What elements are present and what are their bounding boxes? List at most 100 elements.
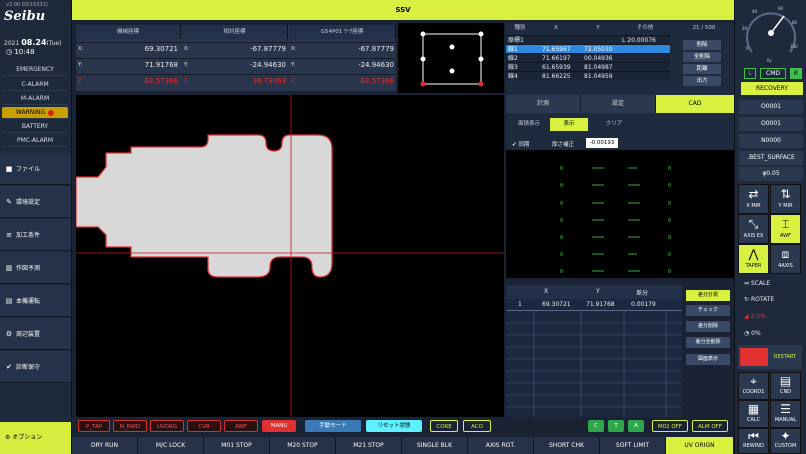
recovery-button[interactable]: RECOVERY (741, 82, 803, 95)
camera-view[interactable] (75, 95, 504, 417)
wire-diameter: φ0.05 (739, 167, 803, 181)
gauge-tick-80: 80 (792, 20, 798, 25)
restart-indicator (740, 348, 768, 366)
status-p-tap[interactable]: P_TAP (78, 420, 110, 432)
m21-stop-button[interactable]: M21 STOP (336, 437, 402, 454)
menu-device[interactable]: ⚙ 周辺装置 (0, 318, 71, 350)
a-button[interactable]: A (628, 420, 644, 432)
alm-off-button[interactable]: ALM OFF (692, 420, 728, 432)
diff-delete-button[interactable]: 差分削除 (686, 321, 730, 332)
chart-icon: ▥ (5, 264, 13, 272)
single-blk-button[interactable]: SINGLE BLK (402, 437, 468, 454)
menu-maintenance[interactable]: ✔ 診断保守 (0, 351, 71, 383)
difference-table: X Y 差分 1 69.30721 71.91768 0.00179 (506, 285, 682, 417)
menu-file[interactable]: ■ ファイル (0, 153, 71, 185)
thickness-input[interactable]: -0.00193 (586, 138, 618, 148)
table-row[interactable]: 線4 81.66225 81.04959 (506, 71, 670, 80)
status-uvorg[interactable]: UVORG (150, 420, 184, 432)
rewind-icon: ⏮ (748, 429, 759, 443)
svg-text:0: 0 (668, 183, 671, 189)
distance-button[interactable]: 距離 (683, 64, 721, 74)
menu-prediction[interactable]: ▥ 作図予測 (0, 252, 71, 284)
menu-option[interactable]: ⚙ オプション (0, 422, 71, 454)
svg-text:====: ==== (628, 269, 640, 275)
taper-button[interactable]: ⋀ TAPER (738, 244, 769, 274)
y-mirror-button[interactable]: ⇅ Y MIR (770, 184, 801, 214)
dry-run-button[interactable]: DRY RUN (72, 437, 138, 454)
coord1-button[interactable]: ⌖ COORD1 (738, 372, 769, 400)
axis-exchange-button[interactable]: ⤡ AXIS EX (738, 214, 769, 244)
aco-button[interactable]: ACO (463, 420, 491, 432)
col-machine: 機械座標 (76, 25, 181, 39)
svg-text:0: 0 (560, 235, 563, 241)
clear-button[interactable]: クリア (592, 118, 636, 131)
alarm-battery: BATTERY (2, 121, 68, 133)
svg-text:====: ==== (592, 252, 604, 258)
display-button[interactable]: 表示 (550, 118, 588, 131)
check-icon: ✔ (6, 363, 12, 371)
menu-machine[interactable]: ▤ 本機運転 (0, 285, 71, 317)
output-button[interactable]: 出力 (683, 76, 721, 86)
awf-button[interactable]: ⌶ AWF (770, 214, 801, 244)
diff-delete-all-button[interactable]: 差分全削除 (686, 337, 730, 348)
x-mirror-icon: ⇄ (748, 187, 759, 201)
c-button[interactable]: C (588, 420, 604, 432)
delete-all-button[interactable]: 全削除 (683, 52, 721, 62)
rewind-button[interactable]: ⏮ REWIND (738, 428, 769, 454)
preview-diagram (420, 31, 484, 87)
col-type: 種別 (514, 25, 526, 31)
manual-button[interactable]: ☰ MANUAL (770, 400, 801, 428)
restart-button[interactable]: RESTART (774, 354, 796, 360)
soft-limit-button[interactable]: SOFT LIMIT (600, 437, 666, 454)
diff-grid (506, 311, 682, 417)
core-button[interactable]: CORE (430, 420, 458, 432)
status-cvr[interactable]: CVR (187, 420, 221, 432)
svg-text:====: ==== (628, 218, 640, 224)
delete-button[interactable]: 削除 (683, 40, 721, 50)
custom-button[interactable]: ✦ CUSTOM (770, 428, 801, 454)
mc-lock-button[interactable]: M/C LOCK (138, 437, 204, 454)
device-icon: ⚙ (5, 330, 13, 338)
table-row[interactable]: 原標1 L 20.00076 (506, 35, 670, 44)
diff-measure-button[interactable]: 差分計測 (686, 290, 730, 301)
tab-measure[interactable]: 計測 (506, 95, 580, 113)
menu-condition[interactable]: ≡ 加工条件 (0, 219, 71, 251)
m20-stop-button[interactable]: M20 STOP (270, 437, 336, 454)
short-chk-button[interactable]: SHORT CHK (534, 437, 600, 454)
tab-cad[interactable]: CAD (656, 95, 734, 113)
status-manu[interactable]: MANU (262, 420, 296, 432)
tab-settings[interactable]: 設定 (581, 95, 655, 113)
diff-col-x: X (544, 288, 549, 295)
status-n-rwd[interactable]: N_RWD (113, 420, 147, 432)
axis-rot-button[interactable]: AXIS ROT. (468, 437, 534, 454)
table-row[interactable]: 線2 71.66197 00.04936 (506, 53, 670, 62)
x-mirror-button[interactable]: ⇄ X MIR (738, 184, 769, 214)
table-row[interactable]: 線3 61.65939 81.04987 (506, 62, 670, 71)
drawing-display-button[interactable]: 図面表示 (686, 354, 730, 365)
m02-off-button[interactable]: M02 OFF (652, 420, 688, 432)
cad-grid: 0 ==== === 0 0 ==== ==== 0 0 ==== ==== 0 0 ==== ===… (560, 166, 671, 275)
t-button[interactable]: T (608, 420, 624, 432)
table-row[interactable]: 1 69.30721 71.91768 0.00179 (506, 299, 682, 311)
m01-stop-button[interactable]: M01 STOP (204, 437, 270, 454)
sync-checkbox[interactable]: ✔ 同期 (512, 140, 529, 148)
table-row-selected[interactable]: 線1 71.65967 72.05010 (506, 44, 670, 53)
check-button[interactable]: チェック (686, 305, 730, 316)
svg-text:0: 0 (668, 201, 671, 207)
svg-text:0: 0 (668, 269, 671, 275)
scale-label: ⇔ SCALE (744, 280, 771, 287)
view-preview[interactable] (398, 23, 504, 93)
four-axis-button[interactable]: ⧈ 4AXIS (770, 244, 801, 274)
version-label: v2.00.02(10331) (6, 2, 48, 8)
coord-icon: ⌖ (750, 374, 757, 388)
menu-settings[interactable]: ✎ 環境設定 (0, 186, 71, 218)
status-awf[interactable]: AWF (224, 420, 258, 432)
angle-value: ◢ 2.0% (744, 313, 766, 320)
uv-origin-button[interactable]: UV ORIGN (666, 437, 734, 454)
page-indicator: 21 / 500 (692, 25, 716, 31)
alarm-warning[interactable]: WARNING (2, 107, 68, 119)
calc-button[interactable]: ▦ CALC (738, 400, 769, 428)
cnd-button[interactable]: ▤ CND (770, 372, 801, 400)
area-display-button[interactable]: 面積表示 (510, 118, 548, 131)
gauge-tick-60: 60 (778, 6, 784, 11)
